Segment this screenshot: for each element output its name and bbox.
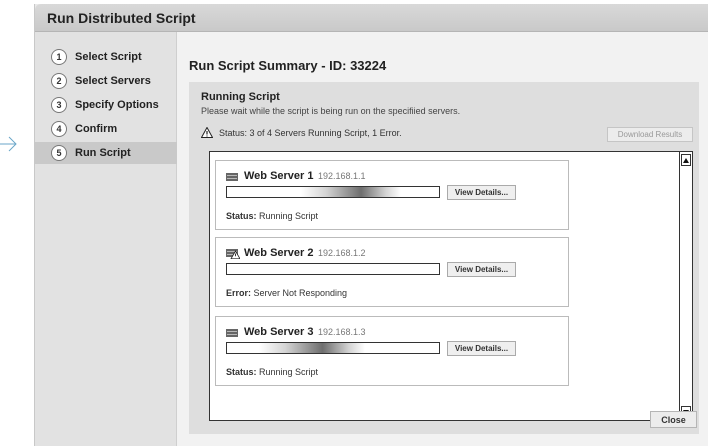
status-value: Running Script: [256, 367, 319, 377]
server-name: Web Server 1: [244, 170, 314, 182]
server-ip: 192.168.1.1: [318, 171, 366, 181]
progress-bar: [226, 263, 440, 275]
run-script-window: Run Distributed Script 1 Select Script 2…: [34, 4, 708, 446]
server-card-1: Web Server 1 192.168.1.1 View Details...…: [215, 160, 569, 230]
download-results-button[interactable]: Download Results: [607, 127, 693, 142]
step-confirm[interactable]: 4 Confirm: [35, 118, 177, 140]
running-script-panel: Running Script Please wait while the scr…: [189, 82, 699, 434]
close-button[interactable]: Close: [650, 411, 697, 428]
step-number: 2: [51, 73, 67, 89]
progress-fill: [301, 187, 401, 197]
panel-heading: Running Script: [201, 91, 280, 103]
arrow-right-icon: [0, 136, 17, 152]
step-number: 4: [51, 121, 67, 137]
step-number: 1: [51, 49, 67, 65]
step-specify-options[interactable]: 3 Specify Options: [35, 94, 177, 116]
server-name: Web Server 3: [244, 326, 314, 338]
server-status: Status: Running Script: [226, 367, 318, 377]
view-details-button[interactable]: View Details...: [447, 262, 516, 277]
status-value: Running Script: [256, 211, 319, 221]
step-label: Specify Options: [75, 99, 159, 111]
scroll-up-icon[interactable]: [681, 154, 691, 166]
status-value: Server Not Responding: [251, 288, 348, 298]
view-details-button[interactable]: View Details...: [447, 341, 516, 356]
status-text: Status: 3 of 4 Servers Running Script, 1…: [219, 127, 402, 138]
title-bar: Run Distributed Script: [35, 4, 708, 32]
progress-bar: [226, 186, 440, 198]
panel-subtitle: Please wait while the script is being ru…: [201, 106, 461, 116]
server-warning-icon: [226, 249, 240, 259]
status-key: Status:: [226, 211, 257, 221]
step-label: Confirm: [75, 123, 118, 135]
server-status: Status: Running Script: [226, 211, 318, 221]
progress-bar: [226, 342, 440, 354]
status-key: Error:: [226, 288, 252, 298]
step-label: Select Script: [75, 51, 142, 63]
warning-icon: [201, 127, 213, 138]
server-card-2: Web Server 2 192.168.1.2 View Details...…: [215, 237, 569, 307]
vertical-scrollbar[interactable]: [679, 152, 692, 420]
step-label: Run Script: [75, 147, 131, 159]
step-run-script[interactable]: 5 Run Script: [35, 142, 177, 164]
status-key: Status:: [226, 367, 257, 377]
server-ip: 192.168.1.2: [318, 248, 366, 258]
server-icon: [226, 173, 238, 181]
status-summary: Status: 3 of 4 Servers Running Script, 1…: [201, 127, 402, 138]
step-select-servers[interactable]: 2 Select Servers: [35, 70, 177, 92]
server-icon: [226, 329, 238, 337]
wizard-steps-sidebar: 1 Select Script 2 Select Servers 3 Speci…: [35, 32, 177, 446]
main-content: Run Script Summary - ID: 33224 Running S…: [177, 32, 708, 446]
window-title: Run Distributed Script: [47, 10, 196, 26]
view-details-button[interactable]: View Details...: [447, 185, 516, 200]
step-number: 5: [51, 145, 67, 161]
step-number: 3: [51, 97, 67, 113]
server-name: Web Server 2: [244, 247, 314, 259]
step-label: Select Servers: [75, 75, 151, 87]
server-card-3: Web Server 3 192.168.1.3 View Details...…: [215, 316, 569, 386]
server-ip: 192.168.1.3: [318, 327, 366, 337]
progress-fill: [258, 343, 365, 353]
server-list[interactable]: Web Server 1 192.168.1.1 View Details...…: [209, 151, 693, 421]
page-title: Run Script Summary - ID: 33224: [189, 58, 387, 73]
step-select-script[interactable]: 1 Select Script: [35, 46, 177, 68]
server-status: Error: Server Not Responding: [226, 288, 347, 298]
